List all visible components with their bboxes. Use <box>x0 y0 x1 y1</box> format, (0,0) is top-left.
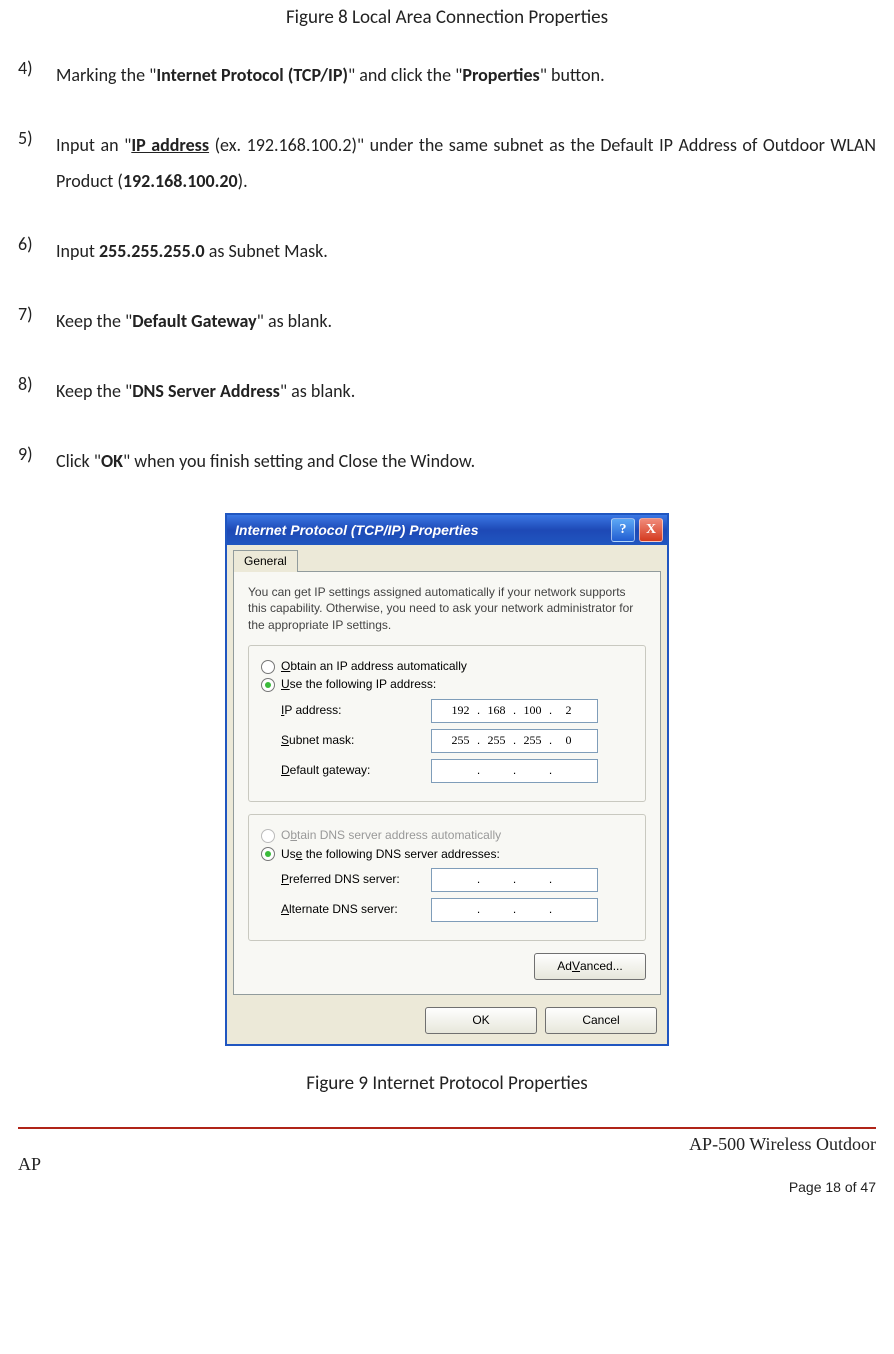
radio-icon <box>261 678 275 692</box>
row-preferred-dns: Preferred DNS server: . . . <box>281 868 633 892</box>
step-9: 9) Click "OK" when you finish setting an… <box>18 443 876 479</box>
step-8: 8) Keep the "DNS Server Address" as blan… <box>18 373 876 409</box>
ip-address-input[interactable]: 192. 168. 100. 2 <box>431 699 598 723</box>
step-text: Input 255.255.255.0 as Subnet Mask. <box>56 233 876 269</box>
step-text: Input an "IP address (ex. 192.168.100.2)… <box>56 127 876 199</box>
step-number: 5) <box>18 127 56 199</box>
row-alternate-dns: Alternate DNS server: . . . <box>281 898 633 922</box>
titlebar: Internet Protocol (TCP/IP) Properties ? … <box>227 515 667 545</box>
cancel-button[interactable]: Cancel <box>545 1007 657 1034</box>
ip-group: Obtain an IP address automatically Use t… <box>248 645 646 802</box>
step-number: 9) <box>18 443 56 479</box>
general-panel: You can get IP settings assigned automat… <box>233 571 661 995</box>
row-ip-address: IP address: 192. 168. 100. 2 <box>281 699 633 723</box>
step-6: 6) Input 255.255.255.0 as Subnet Mask. <box>18 233 876 269</box>
step-list: 4) Marking the "Internet Protocol (TCP/I… <box>18 57 876 479</box>
advanced-button[interactable]: AdVanced... <box>534 953 646 980</box>
step-7: 7) Keep the "Default Gateway" as blank. <box>18 303 876 339</box>
tab-strip: General <box>227 545 667 572</box>
step-number: 6) <box>18 233 56 269</box>
row-default-gateway: Default gateway: . . . <box>281 759 633 783</box>
step-number: 7) <box>18 303 56 339</box>
radio-icon <box>261 660 275 674</box>
bold-term: 255.255.255.0 <box>99 240 205 262</box>
footer-product: AP-500 Wireless Outdoor <box>689 1133 876 1156</box>
figure8-caption: Figure 8 Local Area Connection Propertie… <box>18 6 876 31</box>
bold-term: 192.168.100.20 <box>123 170 238 192</box>
dialog-title: Internet Protocol (TCP/IP) Properties <box>235 521 478 539</box>
bold-term: Properties <box>462 64 539 86</box>
radio-obtain-dns: Obtain DNS server address automatically <box>261 828 633 844</box>
bold-term: DNS Server Address <box>132 380 280 402</box>
bold-term: OK <box>101 450 123 472</box>
page-footer: AP AP-500 Wireless Outdoor Page 18 of 47 <box>18 1133 876 1197</box>
preferred-dns-input[interactable]: . . . <box>431 868 598 892</box>
radio-icon <box>261 829 275 843</box>
step-text: Click "OK" when you finish setting and C… <box>56 443 876 479</box>
bold-term: Default Gateway <box>132 310 256 332</box>
footer-ap: AP <box>18 1133 41 1176</box>
radio-icon <box>261 847 275 861</box>
step-text: Keep the "DNS Server Address" as blank. <box>56 373 876 409</box>
tab-general[interactable]: General <box>233 550 298 573</box>
bold-underline-term: IP address <box>131 134 209 156</box>
subnet-mask-input[interactable]: 255. 255. 255. 0 <box>431 729 598 753</box>
step-number: 4) <box>18 57 56 93</box>
step-5: 5) Input an "IP address (ex. 192.168.100… <box>18 127 876 199</box>
step-text: Keep the "Default Gateway" as blank. <box>56 303 876 339</box>
row-subnet-mask: Subnet mask: 255. 255. 255. 0 <box>281 729 633 753</box>
figure9-caption: Figure 9 Internet Protocol Properties <box>18 1072 876 1097</box>
bold-term: Internet Protocol (TCP/IP) <box>156 64 348 86</box>
footer-rule <box>18 1127 876 1129</box>
default-gateway-input[interactable]: . . . <box>431 759 598 783</box>
radio-use-ip[interactable]: Use the following IP address: <box>261 677 633 693</box>
tcpip-properties-dialog: Internet Protocol (TCP/IP) Properties ? … <box>225 513 669 1047</box>
radio-obtain-ip[interactable]: Obtain an IP address automatically <box>261 659 633 675</box>
help-icon[interactable]: ? <box>611 518 635 542</box>
ok-button[interactable]: OK <box>425 1007 537 1034</box>
radio-use-dns[interactable]: Use the following DNS server addresses: <box>261 847 633 863</box>
intro-text: You can get IP settings assigned automat… <box>248 584 646 633</box>
close-icon[interactable]: X <box>639 518 663 542</box>
step-4: 4) Marking the "Internet Protocol (TCP/I… <box>18 57 876 93</box>
dns-group: Obtain DNS server address automatically … <box>248 814 646 941</box>
step-text: Marking the "Internet Protocol (TCP/IP)"… <box>56 57 876 93</box>
step-number: 8) <box>18 373 56 409</box>
alternate-dns-input[interactable]: . . . <box>431 898 598 922</box>
footer-page-number: Page 18 of 47 <box>689 1178 876 1196</box>
